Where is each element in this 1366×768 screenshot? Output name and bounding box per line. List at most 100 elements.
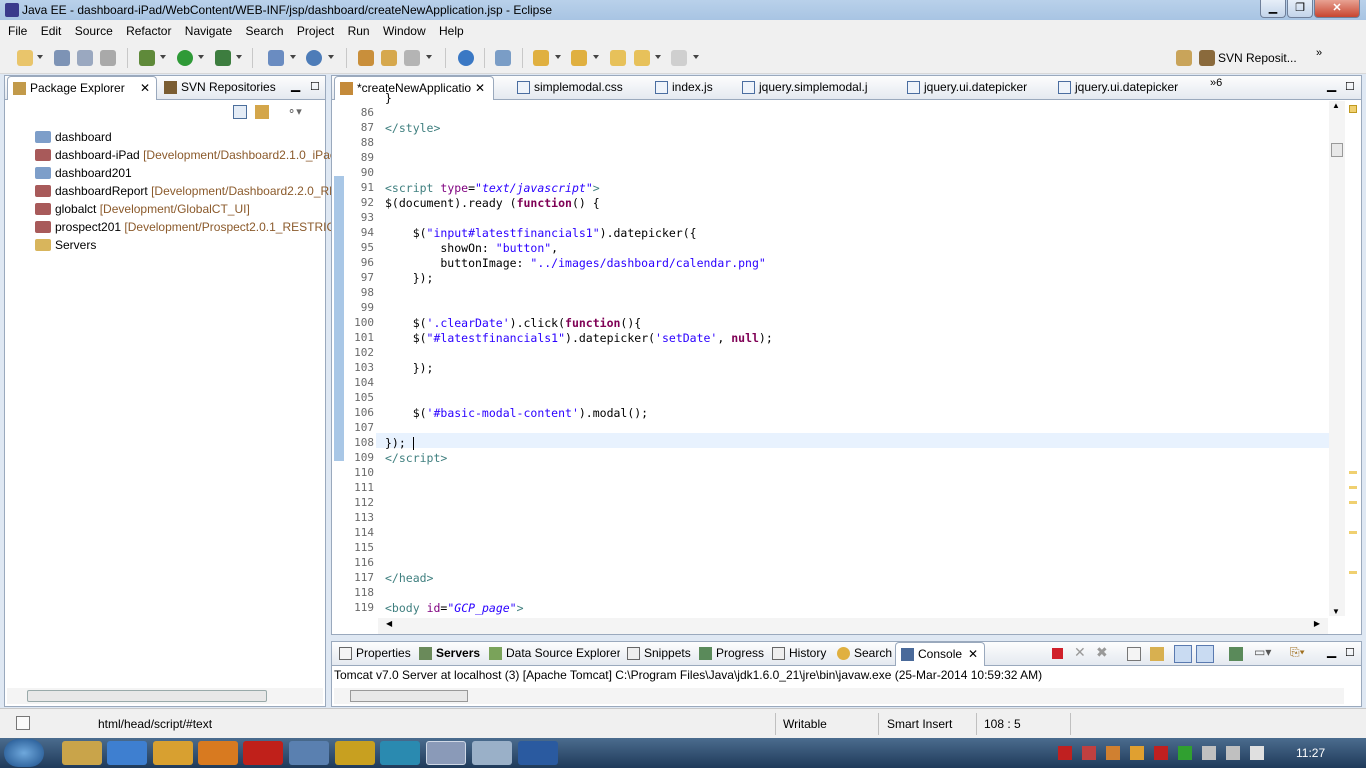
svn-perspective-icon[interactable] bbox=[1199, 50, 1215, 66]
ie-taskbar-icon[interactable] bbox=[107, 741, 147, 765]
explorer-hscroll-thumb[interactable] bbox=[27, 690, 267, 702]
save-icon[interactable] bbox=[54, 50, 70, 66]
minimize-view-icon[interactable]: ▁ bbox=[291, 78, 300, 92]
tab-createnewapplication[interactable]: *createNewApplicatio ✕ bbox=[334, 76, 494, 100]
minimize-button[interactable]: ▁ bbox=[1260, 0, 1286, 18]
console-hscroll-thumb[interactable] bbox=[350, 690, 468, 702]
minimize-editor-icon[interactable]: ▁ bbox=[1327, 78, 1336, 92]
tray-icon[interactable] bbox=[1130, 746, 1144, 760]
chrome-taskbar-icon[interactable] bbox=[153, 741, 193, 765]
app4-taskbar-icon[interactable] bbox=[518, 741, 558, 765]
new-server-icon[interactable] bbox=[268, 50, 284, 66]
tab-jquery-ui-datepicker-2[interactable]: jquery.ui.datepicker bbox=[1053, 76, 1203, 100]
menu-refactor[interactable]: Refactor bbox=[118, 20, 171, 42]
forward-icon[interactable] bbox=[671, 50, 687, 66]
tree-item-dashboard201[interactable]: dashboard201 bbox=[25, 164, 342, 182]
tab-snippets[interactable]: Snippets bbox=[622, 642, 694, 666]
occurrence-marker[interactable] bbox=[1349, 531, 1357, 534]
menu-file[interactable]: File bbox=[0, 20, 27, 42]
tray-icon[interactable] bbox=[1178, 746, 1192, 760]
tray-icon[interactable] bbox=[1082, 746, 1096, 760]
tree-item-prospect201[interactable]: prospect201 [Development/Prospect2.0.1_R… bbox=[25, 218, 342, 236]
link-editor-icon[interactable] bbox=[255, 105, 269, 119]
back-icon[interactable] bbox=[634, 50, 650, 66]
open-console-icon[interactable]: ▭▾ bbox=[1254, 645, 1271, 659]
close-button[interactable]: ✕ bbox=[1314, 0, 1360, 18]
next-annotation-icon[interactable] bbox=[533, 50, 549, 66]
close-editor-icon[interactable]: ✕ bbox=[475, 77, 485, 100]
tree-item-dashboard-ipad[interactable]: dashboard-iPad [Development/Dashboard2.1… bbox=[25, 146, 342, 164]
run-external-icon[interactable] bbox=[215, 50, 231, 66]
scroll-up-arrow[interactable]: ▲ bbox=[1332, 101, 1340, 110]
notepad-taskbar-icon[interactable] bbox=[472, 741, 512, 765]
tree-item-globalct[interactable]: globalct [Development/GlobalCT_UI] bbox=[25, 200, 342, 218]
menu-help[interactable]: Help bbox=[431, 20, 464, 42]
clock[interactable]: 11:27 bbox=[1296, 746, 1325, 760]
scroll-right-arrow[interactable]: ▶ bbox=[1314, 619, 1320, 628]
close-tab-icon[interactable]: ✕ bbox=[140, 77, 150, 100]
more-editors-button[interactable]: »6 bbox=[1210, 77, 1222, 89]
occurrence-marker[interactable] bbox=[1349, 501, 1357, 504]
menu-edit[interactable]: Edit bbox=[33, 20, 62, 42]
tray-icon[interactable] bbox=[1106, 746, 1120, 760]
debug-icon[interactable] bbox=[139, 50, 155, 66]
editor-hscrollbar[interactable]: ◀ ▶ bbox=[378, 618, 1328, 634]
tab-package-explorer[interactable]: Package Explorer ✕ bbox=[7, 76, 157, 100]
minimize-console-icon[interactable]: ▁ bbox=[1327, 644, 1336, 658]
print-icon[interactable] bbox=[100, 50, 116, 66]
warning-marker[interactable] bbox=[1349, 105, 1357, 113]
fast-view-icon[interactable] bbox=[16, 716, 30, 730]
network-icon[interactable] bbox=[1226, 746, 1240, 760]
close-console-icon[interactable]: ✕ bbox=[968, 643, 978, 666]
collapse-all-icon[interactable] bbox=[233, 105, 247, 119]
app-taskbar-icon[interactable] bbox=[289, 741, 329, 765]
occurrence-marker[interactable] bbox=[1349, 571, 1357, 574]
explorer-hscrollbar[interactable] bbox=[7, 688, 323, 704]
new-console-icon[interactable]: ⎘▾ bbox=[1290, 645, 1305, 660]
volume-icon[interactable] bbox=[1202, 746, 1216, 760]
maximize-editor-icon[interactable]: ☐ bbox=[1345, 80, 1355, 93]
remove-all-icon[interactable]: ✖ bbox=[1096, 644, 1108, 661]
app3-taskbar-icon[interactable] bbox=[380, 741, 420, 765]
tray-icon[interactable] bbox=[1058, 746, 1072, 760]
maximize-console-icon[interactable]: ☐ bbox=[1345, 646, 1355, 659]
scroll-left-arrow[interactable]: ◀ bbox=[386, 619, 392, 628]
open-resource-icon[interactable] bbox=[381, 50, 397, 66]
browser-icon[interactable] bbox=[458, 50, 474, 66]
search-toolbar-icon[interactable] bbox=[495, 50, 511, 66]
tab-simplemodal-css[interactable]: simplemodal.css bbox=[512, 76, 642, 100]
tab-jquery-simplemodal[interactable]: jquery.simplemodal.j bbox=[737, 76, 887, 100]
opera-taskbar-icon[interactable] bbox=[243, 741, 283, 765]
open-type-icon[interactable] bbox=[358, 50, 374, 66]
open-perspective-icon[interactable] bbox=[1176, 50, 1192, 66]
occurrence-marker[interactable] bbox=[1349, 486, 1357, 489]
maximize-button[interactable]: ❐ bbox=[1287, 0, 1313, 18]
new-java-icon[interactable] bbox=[306, 50, 322, 66]
tab-history[interactable]: History bbox=[767, 642, 833, 666]
run-icon[interactable] bbox=[177, 50, 193, 66]
tree-item-dashboard[interactable]: dashboard bbox=[25, 128, 342, 146]
tab-index-js[interactable]: index.js bbox=[650, 76, 740, 100]
tab-svn-repositories[interactable]: SVN Repositories bbox=[159, 76, 279, 100]
view-menu-icon[interactable]: ⚬▾ bbox=[287, 105, 302, 118]
menu-navigate[interactable]: Navigate bbox=[177, 20, 232, 42]
tab-properties[interactable]: Properties bbox=[334, 642, 414, 666]
scroll-down-arrow[interactable]: ▼ bbox=[1332, 607, 1340, 616]
tree-item-servers[interactable]: Servers bbox=[25, 236, 342, 254]
clear-console-icon[interactable] bbox=[1127, 647, 1141, 661]
editor-vscrollbar[interactable]: ▲ ▼ bbox=[1329, 101, 1345, 616]
app2-taskbar-icon[interactable] bbox=[335, 741, 375, 765]
tree-item-dashboardreport[interactable]: dashboardReport [Development/Dashboard2.… bbox=[25, 182, 342, 200]
save-all-icon[interactable] bbox=[77, 50, 93, 66]
tab-data-source-explorer[interactable]: Data Source Explorer bbox=[484, 642, 620, 666]
svn-perspective-label[interactable]: SVN Reposit... bbox=[1218, 51, 1297, 65]
remove-launch-icon[interactable]: ✕ bbox=[1074, 644, 1086, 661]
tab-jquery-ui-datepicker-1[interactable]: jquery.ui.datepicker bbox=[902, 76, 1042, 100]
maximize-view-icon[interactable]: ☐ bbox=[310, 80, 320, 93]
perspective-more[interactable]: » bbox=[1316, 47, 1322, 59]
tab-search[interactable]: Search bbox=[832, 642, 894, 666]
tab-servers[interactable]: Servers bbox=[414, 642, 484, 666]
tab-console[interactable]: Console ✕ bbox=[895, 642, 985, 666]
word-wrap-icon[interactable] bbox=[1196, 645, 1214, 663]
menu-search[interactable]: Search bbox=[238, 20, 284, 42]
